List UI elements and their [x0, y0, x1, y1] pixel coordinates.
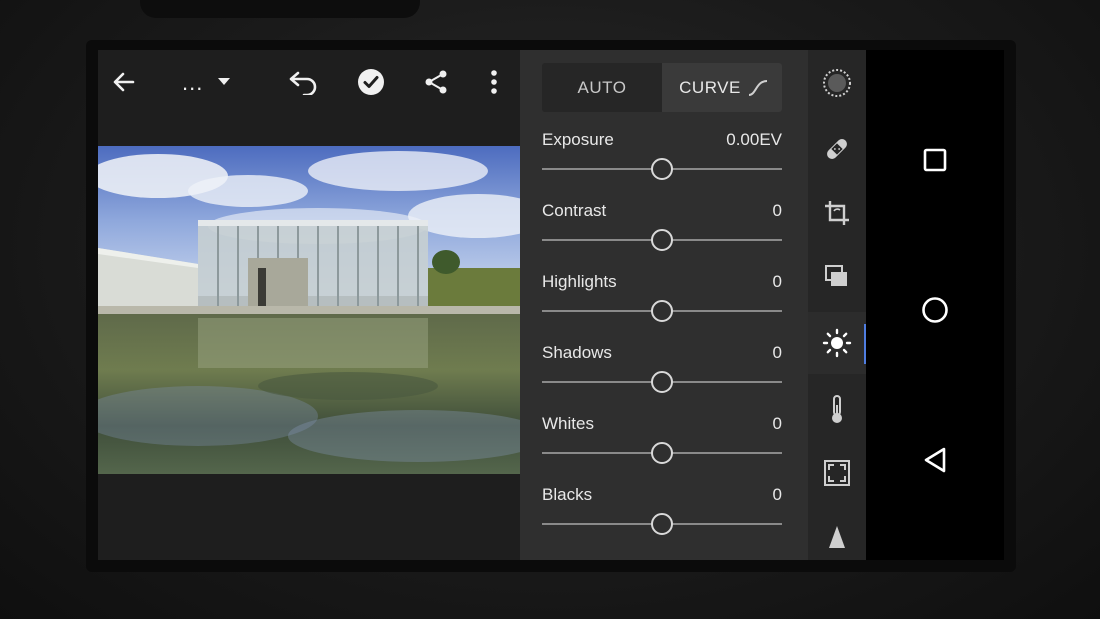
light-adjust-panel: AUTO CURVE Exposure 0.00EV Contrast 0 Hi… [520, 50, 808, 560]
done-check-icon[interactable] [355, 66, 387, 98]
auto-curve-segment: AUTO CURVE [542, 63, 782, 112]
contrast-thumb[interactable] [651, 229, 673, 251]
whites-thumb[interactable] [651, 442, 673, 464]
device-notch [140, 0, 420, 18]
curve-button[interactable]: CURVE [662, 63, 782, 112]
effects-frame-icon[interactable] [808, 442, 866, 504]
presets-icon[interactable] [808, 246, 866, 308]
contrast-value: 0 [772, 201, 782, 220]
undo-icon[interactable] [288, 66, 320, 98]
back-arrow-icon[interactable] [108, 66, 140, 98]
photo-editor: ... [98, 50, 520, 560]
recent-apps-square-icon[interactable] [915, 140, 955, 180]
shadows-label: Shadows [542, 343, 612, 362]
auto-button[interactable]: AUTO [542, 63, 662, 112]
blacks-value: 0 [772, 485, 782, 504]
curve-icon [748, 80, 768, 101]
home-circle-icon[interactable] [915, 290, 955, 330]
back-triangle-icon[interactable] [915, 440, 955, 480]
exposure-thumb[interactable] [651, 158, 673, 180]
temperature-thermometer-icon[interactable] [808, 378, 866, 440]
highlights-slider-row: Highlights 0 [542, 272, 782, 342]
detail-triangle-icon[interactable] [808, 506, 866, 560]
light-sun-icon[interactable] [808, 312, 866, 374]
curve-label: CURVE [679, 77, 741, 97]
highlights-value: 0 [772, 272, 782, 291]
tool-strip [808, 50, 866, 560]
blacks-thumb[interactable] [651, 513, 673, 535]
whites-slider-row: Whites 0 [542, 414, 782, 484]
exposure-label: Exposure [542, 130, 614, 149]
highlights-label: Highlights [542, 272, 617, 291]
exposure-value: 0.00EV [726, 130, 782, 149]
album-selector[interactable]: ... [182, 68, 231, 98]
exposure-slider-row: Exposure 0.00EV [542, 130, 782, 200]
shadows-thumb[interactable] [651, 371, 673, 393]
blacks-label: Blacks [542, 485, 593, 504]
share-icon[interactable] [420, 66, 452, 98]
android-nav-bar [866, 50, 1004, 560]
contrast-label: Contrast [542, 201, 607, 220]
crop-icon[interactable] [808, 182, 866, 244]
more-vert-icon[interactable] [478, 66, 510, 98]
whites-value: 0 [772, 414, 782, 433]
whites-label: Whites [542, 414, 594, 433]
editor-toolbar: ... [98, 50, 520, 116]
shadows-value: 0 [772, 343, 782, 362]
vignette-icon[interactable] [808, 52, 866, 114]
blacks-slider-row: Blacks 0 [542, 485, 782, 555]
photo-preview[interactable] [98, 146, 520, 474]
healing-bandage-icon[interactable] [808, 118, 866, 180]
shadows-slider-row: Shadows 0 [542, 343, 782, 413]
album-label: ... [182, 70, 204, 95]
device-screen: ... AUTO CURVE Exposure 0.00EV Contrast … [98, 50, 1004, 560]
contrast-slider-row: Contrast 0 [542, 201, 782, 271]
dropdown-caret-icon [217, 74, 231, 92]
highlights-thumb[interactable] [651, 300, 673, 322]
